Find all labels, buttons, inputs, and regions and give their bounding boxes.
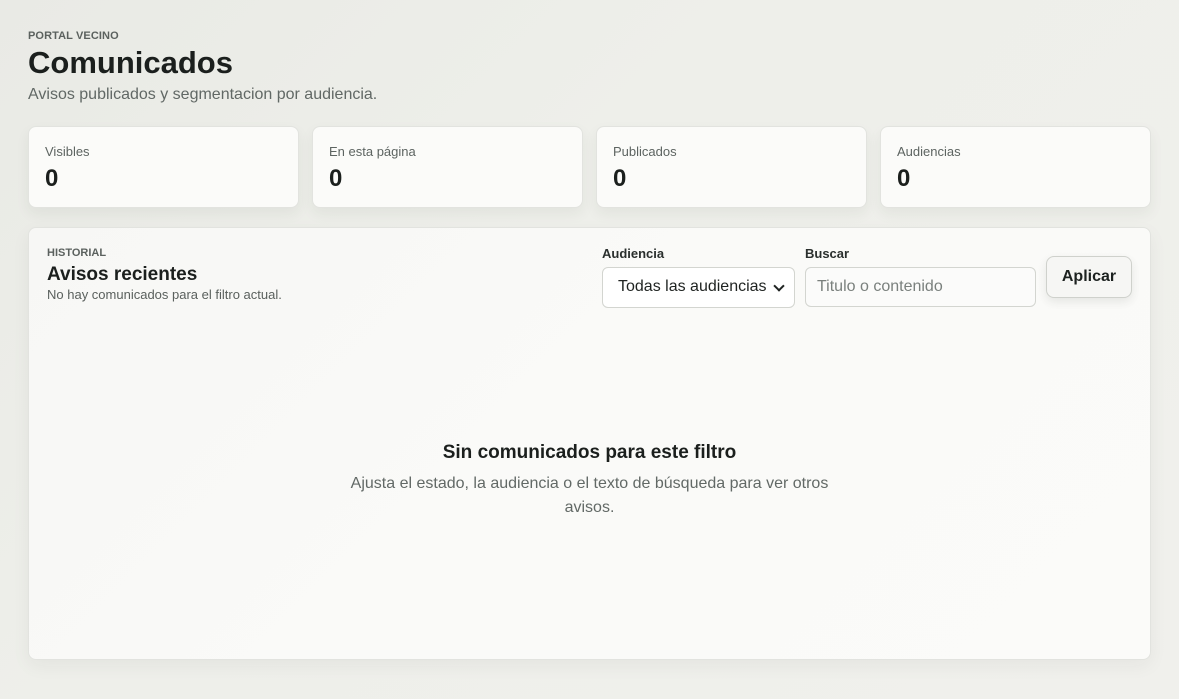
search-label: Buscar — [805, 245, 850, 261]
empty-state: Sin comunicados para este filtro Ajusta … — [29, 442, 1150, 520]
chevron-down-icon — [774, 282, 784, 292]
empty-state-title: Sin comunicados para este filtro — [442, 441, 737, 463]
stat-card-audiencias: Audiencias 0 — [880, 125, 1151, 208]
history-panel: HISTORIAL Avisos recientes No hay comuni… — [28, 226, 1151, 660]
panel-eyebrow: HISTORIAL — [47, 246, 107, 259]
search-input[interactable] — [805, 266, 1036, 307]
stat-value: 0 — [329, 164, 343, 192]
audience-label: Audiencia — [602, 245, 665, 261]
stat-value: 0 — [897, 164, 911, 192]
stat-value: 0 — [613, 164, 627, 192]
page-subtitle: Avisos publicados y segmentacion por aud… — [28, 85, 378, 103]
filters-bar: Audiencia Todas las audiencias Buscar Ap… — [602, 246, 1132, 308]
stat-label: Audiencias — [897, 143, 961, 159]
page-title: Comunicados — [28, 45, 233, 80]
stat-value: 0 — [45, 164, 59, 192]
panel-note: No hay comunicados para el filtro actual… — [47, 286, 282, 302]
communications-page: PORTAL VECINO Comunicados Avisos publica… — [28, 30, 1151, 660]
stat-label: Publicados — [613, 143, 677, 159]
stat-card-publicados: Publicados 0 — [596, 125, 867, 208]
audience-select[interactable]: Todas las audiencias — [602, 266, 795, 308]
stat-card-en-esta-pagina: En esta página 0 — [312, 125, 583, 208]
stat-label: Visibles — [45, 143, 90, 159]
search-field: Buscar — [805, 246, 1036, 307]
audience-field: Audiencia Todas las audiencias — [602, 246, 795, 308]
panel-title: Avisos recientes — [47, 263, 198, 285]
stat-label: En esta página — [329, 143, 416, 159]
panel-header: HISTORIAL Avisos recientes No hay comuni… — [47, 247, 282, 302]
portal-eyebrow: PORTAL VECINO — [28, 30, 119, 42]
empty-state-text: Ajusta el estado, la audiencia o el text… — [350, 474, 829, 516]
audience-select-value: Todas las audiencias — [618, 278, 767, 296]
stat-card-visibles: Visibles 0 — [28, 125, 299, 208]
apply-button[interactable]: Aplicar — [1046, 255, 1132, 298]
stats-row: Visibles 0 En esta página 0 Publicados 0… — [28, 125, 1151, 208]
